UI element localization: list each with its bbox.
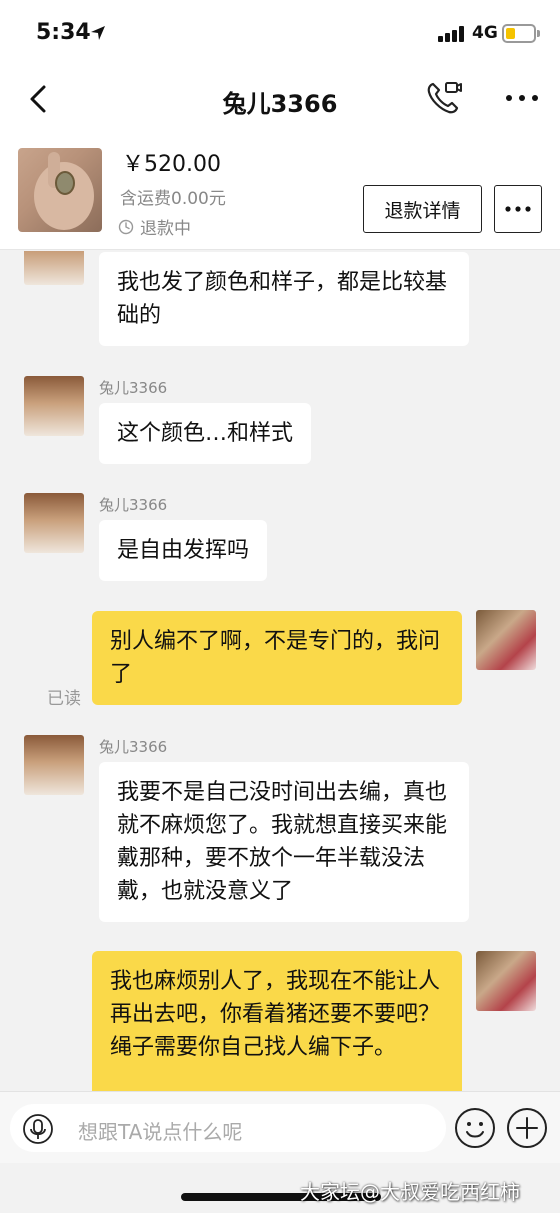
sender-name: 兔儿3366 bbox=[99, 496, 168, 514]
contact-avatar[interactable] bbox=[24, 251, 84, 285]
network-label: 4G bbox=[472, 23, 498, 43]
message-bubble[interactable]: 我要不是自己没时间出去编，真也就不麻烦您了。我就想直接买来能戴那种，要不放个一年… bbox=[99, 762, 469, 922]
message-bubble[interactable]: 这个颜色…和样式 bbox=[99, 403, 312, 464]
refund-status: 退款中 bbox=[118, 214, 191, 239]
status-bar: 5:34 4G bbox=[0, 0, 560, 68]
my-message-bubble[interactable]: 别人编不了啊，不是专门的，我问了 bbox=[92, 611, 462, 705]
order-price: ￥520.00 bbox=[122, 152, 221, 177]
back-chevron-icon[interactable] bbox=[22, 82, 56, 116]
order-more-button[interactable] bbox=[494, 185, 542, 233]
contact-avatar[interactable] bbox=[24, 493, 84, 553]
smiley-icon[interactable] bbox=[454, 1107, 496, 1149]
my-avatar[interactable] bbox=[476, 610, 536, 670]
message-bubble[interactable]: 我也发了颜色和样子，都是比较基础的 bbox=[99, 252, 469, 346]
battery-icon bbox=[502, 24, 540, 43]
sender-name: 兔儿3366 bbox=[99, 738, 168, 756]
chat-message-list[interactable]: 我也发了颜色和样子，都是比较基础的 兔儿3366 这个颜色…和样式 兔儿3366… bbox=[0, 251, 560, 1091]
watermark: 大家坛@大叔爱吃西红柿 bbox=[300, 1180, 520, 1204]
read-receipt: 已读 bbox=[47, 689, 81, 709]
sender-name: 兔儿3366 bbox=[99, 379, 168, 397]
signal-strength-icon bbox=[438, 26, 466, 42]
microphone-icon[interactable] bbox=[22, 1114, 54, 1144]
product-thumbnail[interactable] bbox=[18, 148, 102, 232]
more-horizontal-icon bbox=[505, 206, 531, 212]
refund-details-button[interactable]: 退款详情 bbox=[363, 185, 482, 233]
location-arrow-icon bbox=[91, 26, 105, 40]
order-card[interactable]: ￥520.00 含运费0.00元 退款中 退款详情 bbox=[0, 130, 560, 250]
phone-video-icon[interactable] bbox=[424, 78, 464, 118]
message-input-bar: 想跟TA说点什么呢 bbox=[0, 1091, 560, 1163]
contact-avatar[interactable] bbox=[24, 735, 84, 795]
nav-bar: 兔儿3366 bbox=[0, 68, 560, 130]
status-time: 5:34 bbox=[36, 20, 91, 45]
input-placeholder: 想跟TA说点什么呢 bbox=[78, 1120, 243, 1144]
plus-circle-icon[interactable] bbox=[506, 1107, 548, 1149]
shipping-fee: 含运费0.00元 bbox=[120, 189, 226, 209]
refund-status-text: 退款中 bbox=[140, 219, 191, 239]
clock-icon bbox=[118, 219, 134, 234]
my-message-bubble[interactable]: 我也麻烦别人了，我现在不能让人再出去吧，你看着猪还要不要吧？绳子需要你自己找人编… bbox=[92, 951, 462, 1091]
page-title: 兔儿3366 bbox=[222, 90, 338, 118]
message-bubble[interactable]: 是自由发挥吗 bbox=[99, 520, 268, 581]
my-avatar[interactable] bbox=[476, 951, 536, 1011]
message-input[interactable]: 想跟TA说点什么呢 bbox=[10, 1104, 446, 1152]
more-options-icon[interactable] bbox=[503, 78, 541, 118]
contact-avatar[interactable] bbox=[24, 376, 84, 436]
